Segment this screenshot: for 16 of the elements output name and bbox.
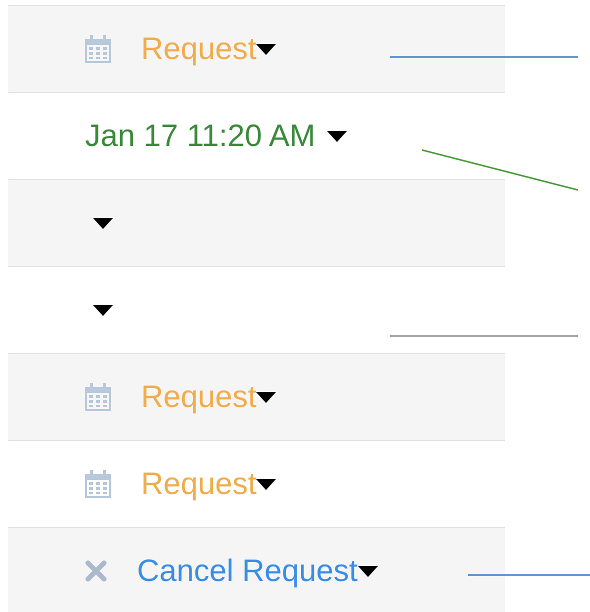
close-icon bbox=[85, 560, 107, 582]
caret-icon bbox=[256, 44, 276, 54]
caret-icon bbox=[93, 304, 113, 316]
request-link[interactable]: Cancel Request bbox=[137, 548, 358, 594]
calendar-icon bbox=[85, 470, 111, 498]
request-link[interactable]: Request bbox=[141, 26, 256, 72]
caret-icon bbox=[358, 566, 378, 576]
caret-icon bbox=[256, 478, 276, 490]
caret-icon bbox=[327, 130, 348, 142]
caret-icon bbox=[93, 218, 113, 228]
request-link[interactable]: Request bbox=[141, 374, 256, 420]
request-link[interactable]: Request bbox=[141, 460, 256, 508]
date-link[interactable]: Jan 17 11:20 AM bbox=[85, 112, 316, 160]
calendar-icon bbox=[85, 383, 111, 411]
caret-icon bbox=[256, 392, 276, 402]
calendar-icon bbox=[85, 35, 111, 63]
